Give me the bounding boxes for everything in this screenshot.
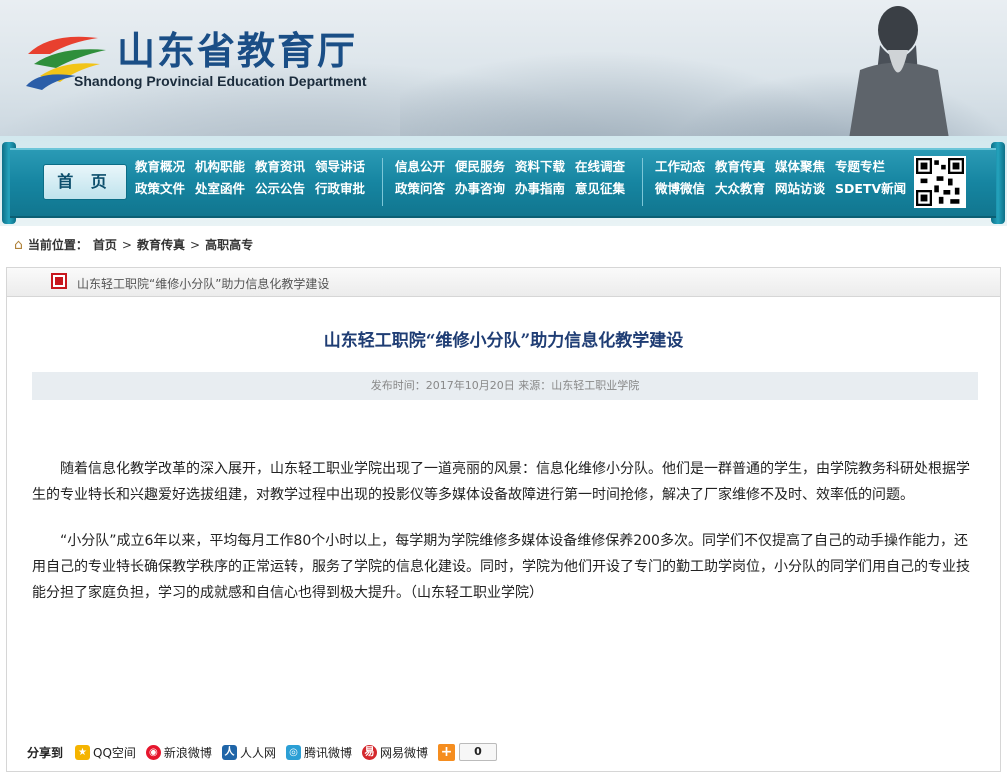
- nav-item[interactable]: 教育概况: [135, 159, 195, 174]
- qr-code-icon[interactable]: [914, 156, 966, 208]
- square-bullet-icon: [51, 273, 67, 289]
- article-paragraph: 随着信息化教学改革的深入展开，山东轻工职业学院出现了一道亮丽的风景：信息化维修小…: [32, 461, 970, 503]
- nav-item[interactable]: 大众教育: [715, 181, 775, 196]
- share-item-label: QQ空间: [93, 745, 136, 760]
- article-header-title: 山东轻工职院“维修小分队”助力信息化教学建设: [77, 277, 330, 291]
- article-body: 随着信息化教学改革的深入展开，山东轻工职业学院出现了一道亮丽的风景：信息化维修小…: [32, 456, 977, 626]
- nav-item[interactable]: 领导讲话: [315, 159, 375, 174]
- nav-item[interactable]: 工作动态: [655, 159, 715, 174]
- nav-item[interactable]: 机构职能: [195, 159, 255, 174]
- renren-icon: 人: [221, 744, 237, 760]
- breadcrumb-link[interactable]: 教育传真: [137, 236, 185, 253]
- nav-group-1: 教育概况 机构职能 教育资讯 领导讲话 政策文件 处室函件 公示公告 行政审批: [135, 159, 375, 196]
- breadcrumb-separator: >: [190, 237, 201, 252]
- share-label: 分享到: [27, 745, 64, 760]
- nav-group-2: 信息公开 便民服务 资料下载 在线调查 政策问答 办事咨询 办事指南 意见征集: [395, 159, 635, 196]
- article-header-bar: 山东轻工职院“维修小分队”助力信息化教学建设: [7, 268, 1000, 297]
- share-item-label: 新浪微博: [163, 745, 212, 760]
- qzone-icon: ★: [75, 744, 91, 760]
- confucius-figure-icon: [848, 6, 950, 145]
- breadcrumb-separator: >: [121, 237, 132, 252]
- breadcrumb-link[interactable]: 首页: [93, 236, 117, 253]
- header-banner: 山东省教育厅 Shandong Provincial Education Dep…: [0, 0, 1007, 145]
- nav-item[interactable]: SDETV新闻: [835, 181, 906, 196]
- breadcrumb-link[interactable]: 高职高专: [205, 236, 253, 253]
- breadcrumb-label: 当前位置：: [27, 238, 88, 252]
- share-renren-button[interactable]: 人 人人网: [221, 744, 276, 761]
- nav-divider: [642, 158, 643, 206]
- nav-item[interactable]: 媒体聚焦: [775, 159, 835, 174]
- nav-item[interactable]: 政策文件: [135, 181, 195, 196]
- main-nav: 首 页 教育概况 机构职能 教育资讯 领导讲话 政策文件 处室函件 公示公告 行…: [10, 148, 996, 218]
- nav-item[interactable]: 在线调查: [575, 159, 635, 174]
- nav-divider: [382, 158, 383, 206]
- nav-item[interactable]: 公示公告: [255, 181, 315, 196]
- article-container: 山东轻工职院“维修小分队”助力信息化教学建设 山东轻工职院“维修小分队”助力信息…: [6, 267, 1001, 772]
- article-meta: 发布时间：2017年10月20日 来源：山东轻工职业学院: [32, 372, 978, 400]
- share-tencent-weibo-button[interactable]: ◎ 腾讯微博: [285, 744, 352, 761]
- share-item-label: 网易微博: [379, 745, 428, 760]
- article-paragraph: “小分队”成立6年以来，平均每月工作80个小时以上，每学期为学院维修多媒体设备维…: [32, 533, 970, 601]
- netease-weibo-icon: 易: [361, 744, 377, 760]
- breadcrumb: ⌂ 当前位置： 首页 > 教育传真 > 高职高专: [14, 236, 253, 253]
- share-count: 0: [458, 743, 497, 761]
- nav-item[interactable]: 意见征集: [575, 181, 635, 196]
- nav-item[interactable]: 处室函件: [195, 181, 255, 196]
- nav-item[interactable]: 网站访谈: [775, 181, 835, 196]
- nav-item[interactable]: 信息公开: [395, 159, 455, 174]
- share-qzone-button[interactable]: ★ QQ空间: [75, 744, 136, 761]
- nav-item[interactable]: 办事指南: [515, 181, 575, 196]
- share-weibo-button[interactable]: ◉ 新浪微博: [145, 744, 212, 761]
- nav-item[interactable]: 便民服务: [455, 159, 515, 174]
- share-more-button[interactable]: +: [437, 743, 455, 761]
- site-title: 山东省教育厅: [117, 28, 358, 73]
- nav-item[interactable]: 教育资讯: [255, 159, 315, 174]
- nav-home-button[interactable]: 首 页: [43, 164, 127, 200]
- site-subtitle: Shandong Provincial Education Department: [74, 73, 367, 89]
- nav-item[interactable]: 微博微信: [655, 181, 715, 196]
- share-item-label: 人人网: [239, 745, 276, 760]
- nav-group-3: 工作动态 教育传真 媒体聚焦 专题专栏 微博微信 大众教育 网站访谈 SDETV…: [655, 159, 906, 196]
- nav-item[interactable]: 行政审批: [315, 181, 375, 196]
- nav-item[interactable]: 办事咨询: [455, 181, 515, 196]
- share-item-label: 腾讯微博: [303, 745, 352, 760]
- share-bar: 分享到 ★ QQ空间 ◉ 新浪微博 人 人人网 ◎ 腾讯微博 易 网易微博 + …: [7, 738, 1000, 766]
- nav-item[interactable]: 专题专栏: [835, 159, 895, 174]
- tencent-weibo-icon: ◎: [285, 744, 301, 760]
- home-icon: ⌂: [14, 236, 23, 253]
- weibo-icon: ◉: [145, 744, 161, 760]
- nav-item[interactable]: 教育传真: [715, 159, 775, 174]
- nav-item[interactable]: 资料下载: [515, 159, 575, 174]
- article-title: 山东轻工职院“维修小分队”助力信息化教学建设: [323, 331, 684, 351]
- share-netease-weibo-button[interactable]: 易 网易微博: [361, 744, 428, 761]
- nav-item[interactable]: 政策问答: [395, 181, 455, 196]
